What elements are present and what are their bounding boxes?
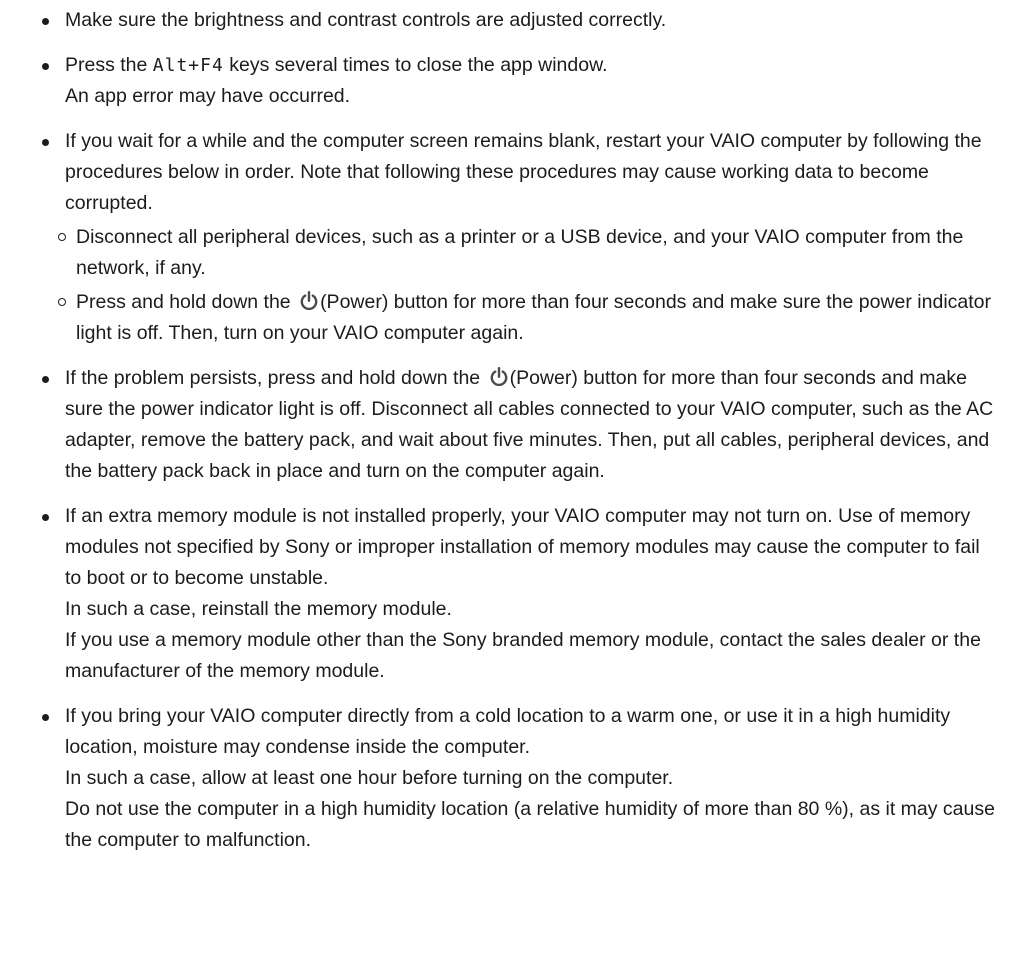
sub-item-disconnect: Disconnect all peripheral devices, such … bbox=[58, 222, 1001, 284]
item-text-prefix: If the problem persists, press and hold … bbox=[65, 367, 486, 389]
restart-steps: Disconnect all peripheral devices, such … bbox=[58, 222, 1001, 349]
sub-item-text-prefix: Press and hold down the bbox=[76, 291, 297, 313]
list-item-problem-persists: If the problem persists, press and hold … bbox=[0, 363, 1011, 487]
troubleshooting-list: Make sure the brightness and contrast co… bbox=[0, 5, 1011, 856]
sub-item-text: Disconnect all peripheral devices, such … bbox=[76, 226, 964, 279]
power-icon bbox=[488, 366, 510, 387]
list-item-humidity: If you bring your VAIO computer directly… bbox=[0, 701, 1011, 856]
item-line: In such a case, allow at least one hour … bbox=[65, 767, 674, 789]
item-text-suffix: keys several times to close the app wind… bbox=[223, 54, 608, 76]
item-text: Make sure the brightness and contrast co… bbox=[65, 9, 667, 31]
item-text-prefix: Press the bbox=[65, 54, 153, 76]
item-line: Do not use the computer in a high humidi… bbox=[65, 798, 995, 851]
power-label: (Power) bbox=[320, 291, 389, 313]
item-line: In such a case, reinstall the memory mod… bbox=[65, 598, 452, 620]
list-item-brightness: Make sure the brightness and contrast co… bbox=[0, 5, 1011, 36]
power-label: (Power) bbox=[509, 367, 578, 389]
sub-item-power-hold: Press and hold down the (Power) button f… bbox=[58, 287, 1001, 349]
list-item-restart: If you wait for a while and the computer… bbox=[0, 126, 1011, 349]
list-item-alt-f4: Press the Alt+F4 keys several times to c… bbox=[0, 50, 1011, 112]
item-text: If you wait for a while and the computer… bbox=[65, 130, 982, 214]
item-line: If you use a memory module other than th… bbox=[65, 629, 981, 682]
keyboard-shortcut: Alt+F4 bbox=[152, 55, 224, 76]
item-note: An app error may have occurred. bbox=[65, 85, 351, 107]
item-line: If an extra memory module is not install… bbox=[65, 505, 980, 589]
item-line: If you bring your VAIO computer directly… bbox=[65, 705, 951, 758]
list-item-memory-module: If an extra memory module is not install… bbox=[0, 501, 1011, 687]
power-icon bbox=[298, 290, 320, 311]
troubleshooting-document: Make sure the brightness and contrast co… bbox=[0, 5, 1011, 870]
item-line: Press the Alt+F4 keys several times to c… bbox=[65, 50, 1001, 81]
